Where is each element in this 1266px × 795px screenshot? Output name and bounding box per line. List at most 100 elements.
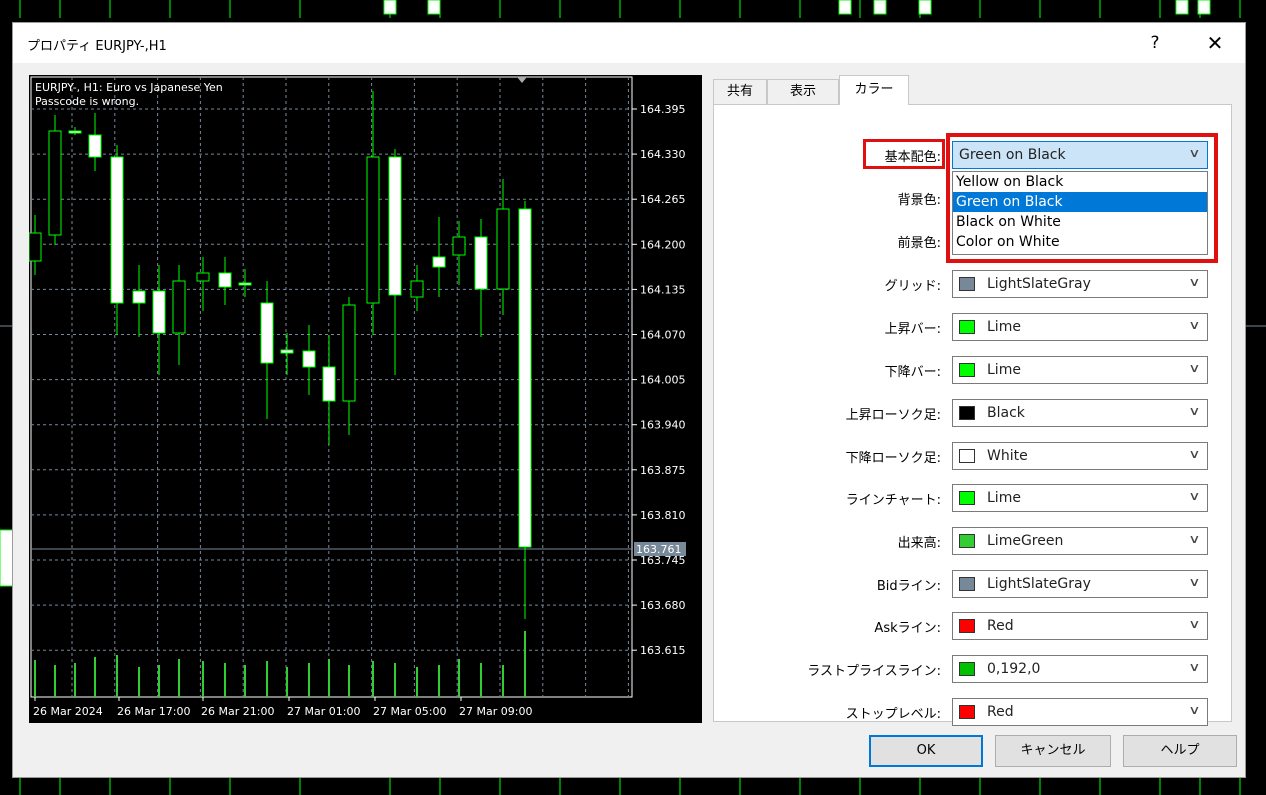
chart-preview: 164.395 164.330 164.265 164.200 164.135 164.0… <box>29 75 702 723</box>
price-label: 164.005 <box>640 374 686 387</box>
bull-candle-color-select[interactable]: Black ∨ <box>952 399 1208 427</box>
chevron-down-icon: ∨ <box>1188 318 1201 332</box>
title-bar: プロパティ EURJPY-,H1 ? ✕ <box>13 23 1245 63</box>
chart-preview-svg: 164.395 164.330 164.265 164.200 164.135 164.0… <box>29 76 686 718</box>
chevron-down-icon: ∨ <box>1188 361 1201 375</box>
chart-status-label: Passcode is wrong. <box>35 95 140 108</box>
candle-body <box>132 290 146 304</box>
color-swatch <box>959 577 975 591</box>
candle-body <box>29 232 42 262</box>
chevron-down-icon: ∨ <box>1188 617 1201 631</box>
dropdown-option-green-on-black[interactable]: Green on Black <box>953 192 1207 212</box>
price-label: 164.395 <box>640 103 686 116</box>
candle-body <box>196 272 210 282</box>
price-label: 164.070 <box>640 329 686 342</box>
last-price-line-color-select[interactable]: 0,192,0 ∨ <box>952 655 1208 683</box>
price-label: 164.330 <box>640 148 686 161</box>
volume-color-label: 出来高: <box>897 536 941 551</box>
color-scheme-label: 基本配色: <box>884 150 941 165</box>
candle-body <box>152 290 166 334</box>
bar-down-color-select[interactable]: Lime ∨ <box>952 356 1208 384</box>
price-label: 163.810 <box>640 509 686 522</box>
dropdown-option-yellow-on-black[interactable]: Yellow on Black <box>953 172 1207 192</box>
line-chart-color-label: ラインチャート: <box>845 493 941 508</box>
candle-body <box>238 282 252 286</box>
candle-body <box>410 280 424 298</box>
color-swatch <box>959 619 975 633</box>
color-swatch <box>959 491 975 505</box>
bg-candle-body <box>383 0 397 15</box>
stop-level-color-select[interactable]: Red ∨ <box>952 698 1208 726</box>
bull-candle-color-label: 上昇ローソク足: <box>845 408 941 423</box>
last-price-line-color-value: 0,192,0 <box>987 661 1041 677</box>
last-price-line-color-label: ラストプライスライン: <box>807 664 941 679</box>
ask-line-color-value: Red <box>987 618 1014 634</box>
bull-candle-color-value: Black <box>987 405 1025 421</box>
color-scheme-select[interactable]: Green on Black ∨ <box>952 141 1208 169</box>
price-label: 164.265 <box>640 193 686 206</box>
candle-body <box>388 156 402 296</box>
colors-panel: 基本配色: Green on Black ∨ Yellow on Black G… <box>713 104 1232 726</box>
candle-body <box>518 208 532 548</box>
price-label: 163.940 <box>640 419 686 432</box>
candle-body <box>342 304 356 402</box>
price-label: 163.615 <box>640 644 686 657</box>
candle-body <box>110 156 124 304</box>
bear-candle-color-value: White <box>987 448 1028 464</box>
bar-down-color-value: Lime <box>987 362 1021 378</box>
color-swatch <box>959 534 975 548</box>
close-icon-button[interactable]: ✕ <box>1193 25 1237 61</box>
chevron-down-icon: ∨ <box>1188 404 1201 418</box>
bg-candle-body <box>1175 0 1189 15</box>
line-chart-color-select[interactable]: Lime ∨ <box>952 484 1208 512</box>
ok-button[interactable]: OK <box>869 735 983 767</box>
ask-line-color-select[interactable]: Red ∨ <box>952 612 1208 640</box>
tab-display[interactable]: 表示 <box>767 79 839 104</box>
bear-candle-color-select[interactable]: White ∨ <box>952 442 1208 470</box>
help-button[interactable]: ヘルプ <box>1123 735 1237 767</box>
chevron-down-icon: ∨ <box>1188 575 1201 589</box>
candle-body <box>474 236 488 290</box>
color-swatch <box>959 406 975 420</box>
help-icon-button[interactable]: ? <box>1133 25 1177 61</box>
color-swatch <box>959 320 975 334</box>
candle-body <box>322 366 336 402</box>
bid-line-color-value: LightSlateGray <box>987 576 1091 592</box>
price-label: 164.135 <box>640 283 686 296</box>
chevron-down-icon: ∨ <box>1188 532 1201 546</box>
volume-color-select[interactable]: LimeGreen ∨ <box>952 527 1208 555</box>
grid-color-select[interactable]: LightSlateGray ∨ <box>952 270 1208 298</box>
candle-body <box>172 280 186 334</box>
bar-up-color-select[interactable]: Lime ∨ <box>952 313 1208 341</box>
candle-body <box>280 349 294 354</box>
bg-candle-body <box>873 0 887 15</box>
stop-level-color-label: ストップレベル: <box>845 707 941 722</box>
dropdown-option-black-on-white[interactable]: Black on White <box>953 212 1207 232</box>
chevron-down-icon: ∨ <box>1188 447 1201 461</box>
bg-candle-body <box>838 0 852 15</box>
dropdown-option-color-on-white[interactable]: Color on White <box>953 232 1207 252</box>
chart-symbol-label: EURJPY-, H1: Euro vs Japanese Yen <box>35 81 223 94</box>
tab-common[interactable]: 共有 <box>713 79 767 104</box>
candle-body <box>260 302 274 364</box>
price-label: 164.200 <box>640 238 686 251</box>
background-color-label: 背景色: <box>897 193 941 208</box>
volume-color-value: LimeGreen <box>987 533 1064 549</box>
chevron-down-icon: ∨ <box>1188 146 1201 160</box>
time-label: 27 Mar 09:00 <box>459 705 532 718</box>
foreground-color-label: 前景色: <box>897 236 941 251</box>
candle-body <box>302 350 316 368</box>
time-label: 26 Mar 2024 <box>33 705 103 718</box>
candle-body <box>218 272 232 288</box>
color-swatch <box>959 662 975 676</box>
tab-colors[interactable]: カラー <box>839 75 909 105</box>
line-chart-color-value: Lime <box>987 490 1021 506</box>
chevron-down-icon: ∨ <box>1188 489 1201 503</box>
time-label: 27 Mar 05:00 <box>373 705 446 718</box>
candle-body <box>496 208 510 290</box>
ask-line-color-label: Askライン: <box>874 621 941 636</box>
time-label: 27 Mar 01:00 <box>287 705 360 718</box>
bid-line-color-select[interactable]: LightSlateGray ∨ <box>952 570 1208 598</box>
cancel-button[interactable]: キャンセル <box>995 735 1111 767</box>
color-scheme-dropdown: Yellow on Black Green on Black Black on … <box>952 171 1208 255</box>
